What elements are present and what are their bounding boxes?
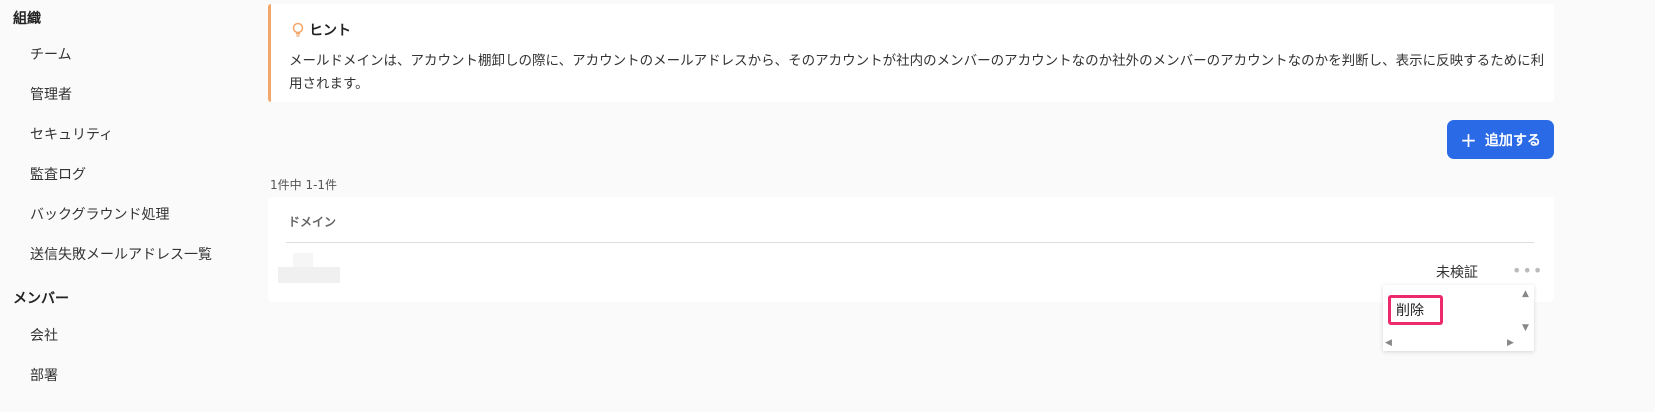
domain-table: ドメイン 未検証 ••• [268, 197, 1554, 302]
add-domain-button[interactable]: + 追加する [1447, 120, 1554, 159]
plus-icon: + [1460, 127, 1477, 152]
sidebar-section-members: メンバー [13, 291, 69, 307]
scroll-left-icon[interactable]: ◀ [1385, 338, 1392, 348]
sidebar-item-audit-log[interactable]: 監査ログ [30, 164, 86, 184]
hint-text: メールドメインは、アカウント棚卸しの際に、アカウントのメールアドレスから、そのア… [289, 53, 1545, 92]
sidebar-item-security[interactable]: セキュリティ [30, 124, 113, 144]
sidebar-item-team[interactable]: チーム [30, 44, 72, 64]
row-action-menu: 削除 ▲ ▼ ◀ ▶ [1383, 285, 1534, 351]
delete-menu-item[interactable]: 削除 [1388, 295, 1443, 325]
hint-title: ヒント [309, 23, 351, 39]
lightbulb-icon [291, 22, 305, 38]
more-options-icon[interactable]: ••• [1512, 261, 1543, 280]
hint-card: ヒント メールドメインは、アカウント棚卸しの際に、アカウントのメールアドレスから… [268, 4, 1554, 102]
status-badge: 未検証 [1436, 265, 1478, 281]
redacted-domain-value [278, 267, 340, 283]
redacted-domain-fragment [293, 253, 313, 267]
result-count: 1件中 1-1件 [270, 178, 338, 192]
scroll-up-icon[interactable]: ▲ [1522, 289, 1529, 299]
scroll-down-icon[interactable]: ▼ [1522, 323, 1529, 333]
column-header-domain: ドメイン [288, 215, 337, 229]
sidebar-item-background-jobs[interactable]: バックグラウンド処理 [30, 204, 169, 224]
scroll-right-icon[interactable]: ▶ [1507, 338, 1514, 348]
sidebar-item-admins[interactable]: 管理者 [30, 84, 72, 104]
sidebar-item-department[interactable]: 部署 [30, 365, 58, 385]
add-button-label: 追加する [1484, 132, 1541, 149]
sidebar-item-company[interactable]: 会社 [30, 325, 58, 345]
hint-header: ヒント [291, 20, 351, 40]
sidebar-section-organization: 組織 [13, 11, 41, 27]
sidebar-item-failed-emails[interactable]: 送信失敗メールアドレス一覧 [30, 244, 212, 264]
table-divider [286, 242, 1534, 243]
sidebar: 組織 チーム 管理者 セキュリティ 監査ログ バックグラウンド処理 送信失敗メー… [0, 0, 260, 412]
